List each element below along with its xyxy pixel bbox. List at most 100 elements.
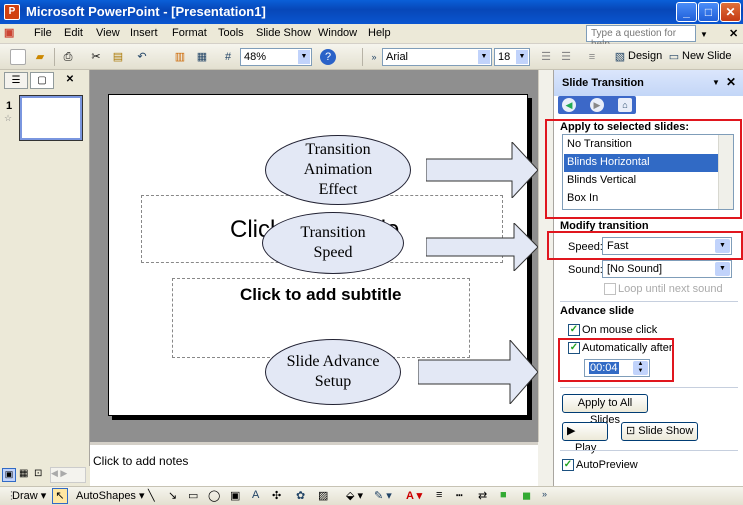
- menu-insert[interactable]: Insert: [130, 27, 158, 39]
- draw-menu[interactable]: Draw ▾: [12, 489, 46, 502]
- table-icon[interactable]: ▦: [194, 49, 210, 65]
- close-button[interactable]: ✕: [720, 2, 741, 22]
- font-size-value: 18: [498, 51, 511, 63]
- slide-show-button[interactable]: ⊡ Slide Show: [621, 422, 698, 441]
- arrow-to-speed: [426, 223, 538, 271]
- indent-icon[interactable]: ≡: [584, 49, 600, 65]
- apply-all-button[interactable]: Apply to All Slides: [562, 394, 648, 426]
- select-pointer-icon[interactable]: ↖: [52, 488, 68, 504]
- slide-thumbnail[interactable]: [19, 95, 83, 141]
- paste-icon[interactable]: ▤: [110, 49, 126, 65]
- back-icon[interactable]: ◀: [562, 98, 576, 112]
- clipart-icon[interactable]: ✿: [296, 489, 305, 502]
- document-icon[interactable]: ▣: [4, 26, 14, 39]
- font-color-icon[interactable]: A ▾: [406, 489, 422, 502]
- autopreview-checkbox[interactable]: ✓: [562, 459, 574, 471]
- diagram-icon[interactable]: ✣: [272, 489, 281, 502]
- normal-view-icon[interactable]: ▣: [2, 468, 16, 482]
- zoom-select[interactable]: 48% ▼: [240, 48, 312, 66]
- oval-icon[interactable]: ◯: [208, 489, 220, 502]
- chevron-down-icon[interactable]: ▼: [700, 30, 708, 39]
- line-icon[interactable]: ╲: [148, 489, 155, 502]
- help-search-input[interactable]: Type a question for help: [586, 25, 696, 50]
- slide-number: 1: [6, 100, 13, 112]
- horizontal-scrollbar[interactable]: ◀ ▶: [50, 467, 86, 483]
- notes-placeholder: Click to add notes: [93, 454, 189, 468]
- new-slide-icon[interactable]: ▭: [666, 49, 682, 65]
- notes-scrollbar[interactable]: [538, 442, 553, 486]
- grid-icon[interactable]: #: [220, 49, 236, 65]
- rectangle-icon[interactable]: ▭: [188, 489, 198, 502]
- sound-value: [No Sound]: [607, 263, 663, 275]
- new-icon[interactable]: [10, 49, 26, 65]
- sound-select[interactable]: [No Sound] ▼: [602, 260, 732, 278]
- help-icon[interactable]: ?: [320, 49, 336, 65]
- powerpoint-app-icon[interactable]: P: [4, 4, 20, 20]
- numbering-icon[interactable]: ☰: [538, 49, 554, 65]
- slide[interactable]: Click to add title Click to add subtitle…: [108, 94, 538, 416]
- task-pane-title: Slide Transition: [562, 77, 644, 89]
- callout-transition-effect: Transition Animation Effect: [265, 135, 411, 205]
- bullets-icon[interactable]: ☰: [558, 49, 574, 65]
- home-icon[interactable]: ⌂: [618, 98, 632, 112]
- play-icon: ▶: [567, 425, 576, 437]
- slideshow-view-icon[interactable]: ⊡: [34, 468, 42, 479]
- menu-format[interactable]: Format: [172, 27, 207, 39]
- minimize-button[interactable]: _: [676, 2, 697, 22]
- outline-tab[interactable]: ☰: [4, 72, 28, 89]
- menu-window[interactable]: Window: [318, 27, 357, 39]
- title-bar: P Microsoft PowerPoint - [Presentation1]…: [0, 0, 743, 24]
- cut-icon[interactable]: ✂: [88, 49, 104, 65]
- notes-pane[interactable]: Click to add notes: [90, 442, 538, 486]
- undo-icon[interactable]: ↶: [134, 49, 150, 65]
- forward-icon[interactable]: ▶: [590, 98, 604, 112]
- divider: [560, 450, 738, 451]
- fill-color-icon[interactable]: ⬙ ▾: [346, 489, 363, 502]
- slide-sorter-icon[interactable]: ▦: [19, 468, 28, 479]
- autoshapes-menu[interactable]: AutoShapes ▾: [76, 489, 145, 502]
- font-select[interactable]: Arial ▼: [382, 48, 492, 66]
- menu-view[interactable]: View: [96, 27, 120, 39]
- close-icon[interactable]: ✕: [726, 75, 736, 89]
- wordart-icon[interactable]: A: [252, 489, 259, 501]
- dash-style-icon[interactable]: ┅: [456, 489, 463, 502]
- toolbar-options-icon[interactable]: »: [366, 49, 382, 65]
- close-pane-icon[interactable]: ✕: [58, 72, 82, 89]
- autoshapes-label: AutoShapes: [76, 490, 136, 502]
- font-size-select[interactable]: 18 ▼: [494, 48, 530, 66]
- menu-help[interactable]: Help: [368, 27, 391, 39]
- design-icon[interactable]: ▧: [612, 49, 628, 65]
- new-slide-button[interactable]: New Slide: [682, 50, 732, 62]
- play-button[interactable]: ▶ Play: [562, 422, 608, 454]
- loop-label: Loop until next sound: [618, 283, 723, 295]
- chevron-down-icon[interactable]: ▼: [712, 78, 720, 87]
- slides-tab[interactable]: ▢: [30, 72, 54, 89]
- menu-slide-show[interactable]: Slide Show: [256, 27, 311, 39]
- separator: [54, 48, 55, 66]
- chevron-down-icon: ▼: [478, 50, 490, 64]
- picture-icon[interactable]: ▨: [318, 489, 328, 502]
- textbox-icon[interactable]: ▣: [230, 489, 240, 502]
- line-color-icon[interactable]: ✎ ▾: [374, 489, 392, 502]
- menu-edit[interactable]: Edit: [64, 27, 83, 39]
- subtitle-placeholder-text: Click to add subtitle: [240, 285, 402, 304]
- callout-transition-speed: Transition Speed: [262, 212, 404, 274]
- arrow-style-icon[interactable]: ⇄: [478, 489, 487, 502]
- menu-tools[interactable]: Tools: [218, 27, 244, 39]
- document-close-icon[interactable]: ✕: [729, 27, 738, 40]
- on-click-checkbox[interactable]: ✓: [568, 324, 580, 336]
- chevron-down-icon: ▼: [298, 50, 310, 64]
- design-button[interactable]: Design: [628, 50, 662, 62]
- loop-checkbox[interactable]: [604, 283, 616, 295]
- toolbar-options-icon[interactable]: »: [542, 489, 547, 499]
- menu-file[interactable]: File: [34, 27, 52, 39]
- maximize-button[interactable]: □: [698, 2, 719, 22]
- arrow-icon[interactable]: ↘: [168, 489, 177, 502]
- open-icon[interactable]: ▰: [32, 49, 48, 65]
- print-icon[interactable]: ⎙: [60, 49, 76, 65]
- chart-icon[interactable]: ▥: [172, 49, 188, 65]
- shadow-icon[interactable]: ■: [500, 489, 507, 501]
- line-style-icon[interactable]: ≡: [436, 489, 442, 501]
- 3d-icon[interactable]: ◼: [522, 489, 531, 502]
- divider: [560, 301, 738, 302]
